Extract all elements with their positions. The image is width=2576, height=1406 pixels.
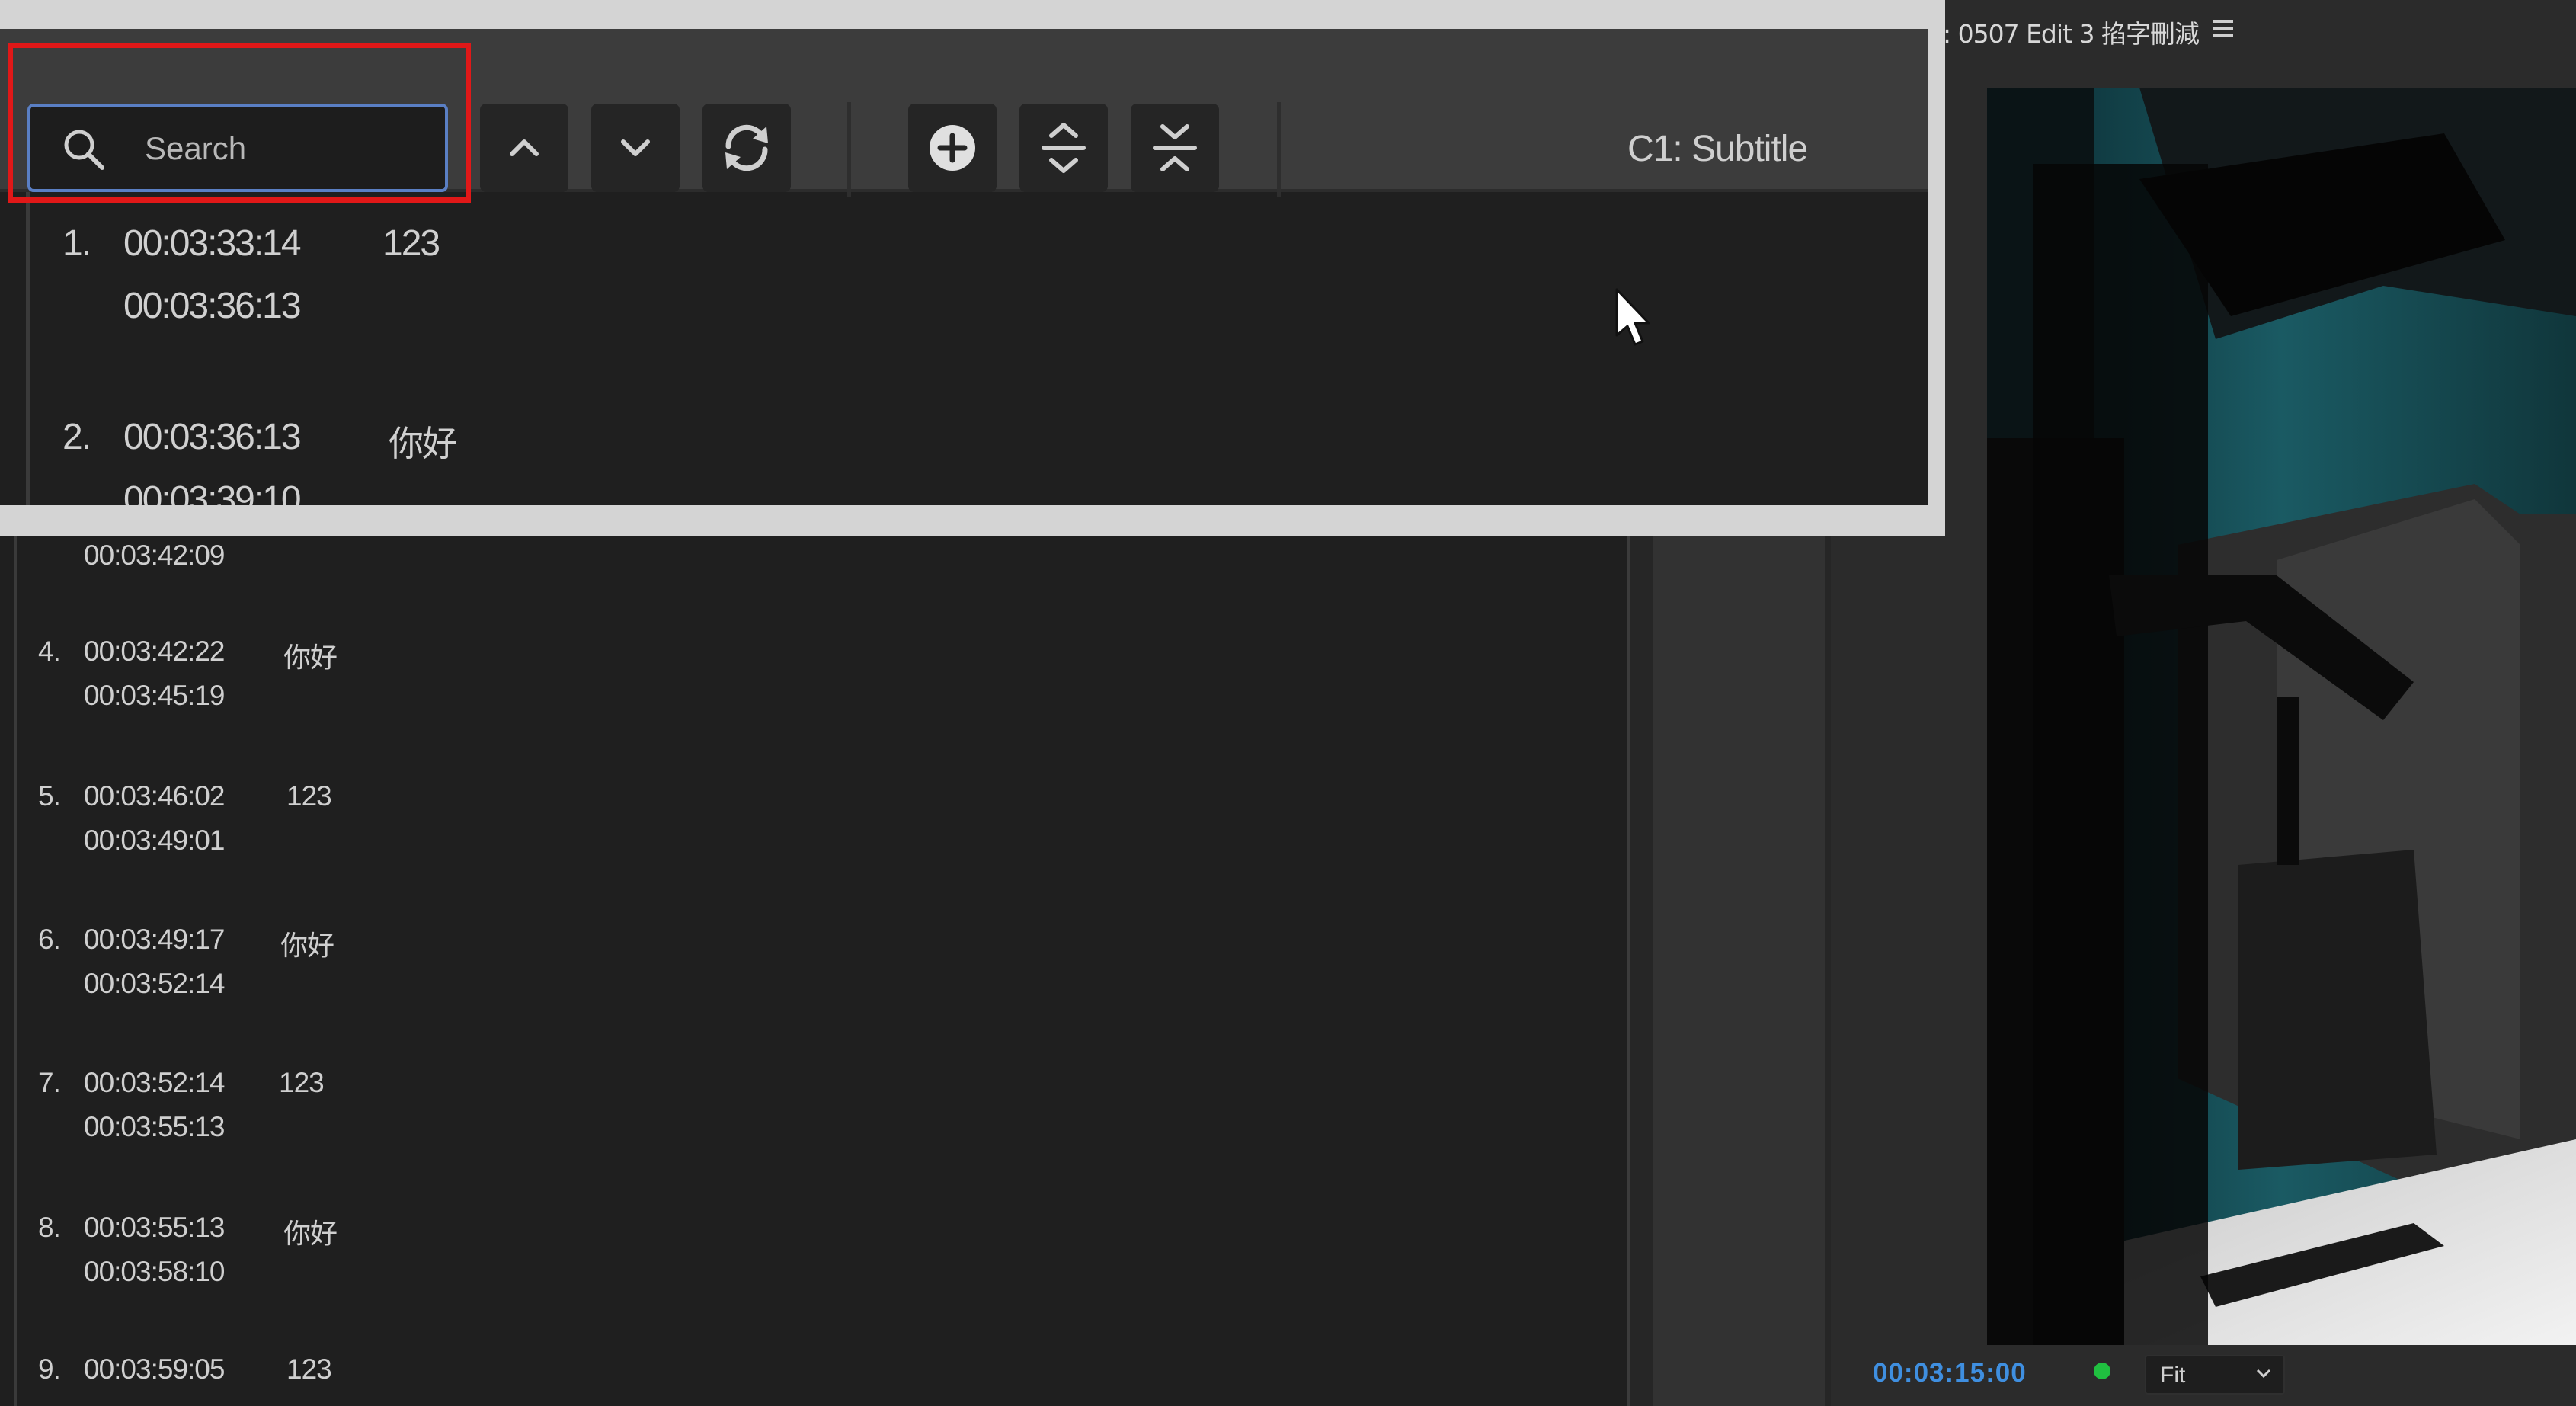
caption-number: 8. [38,1212,61,1243]
panel-border [26,192,30,505]
hamburger-menu-icon[interactable] [2213,20,2233,37]
chevron-down-icon [621,139,650,156]
refresh-icon [725,124,768,171]
previous-result-button[interactable] [480,104,568,192]
monitor-title[interactable]: : 0507 Edit 3 掐字刪減 [1943,14,2200,50]
caption-number: 7. [38,1067,61,1098]
caption-text[interactable]: 你好 [283,636,338,675]
caption-text[interactable]: 你好 [389,416,457,466]
caption-number: 4. [38,636,61,667]
chevron-up-icon [510,139,539,156]
caption-text[interactable]: 123 [286,780,332,812]
panel-border [14,526,17,1406]
caption-end-time: 00:03:36:13 [123,286,302,326]
add-caption-button[interactable] [908,104,997,192]
expand-vertical-icon [1042,123,1086,173]
caption-number: 9. [38,1353,61,1385]
caption-end-time: 00:03:55:13 [84,1111,225,1142]
caption-text[interactable]: 123 [279,1067,325,1099]
caption-start-time: 00:03:33:14 [123,223,302,264]
caption-number: 5. [38,780,61,812]
expand-all-button[interactable] [1019,104,1108,192]
panel-gutter [1653,526,1829,1406]
video-preview [1987,88,2576,1345]
caption-track-label[interactable]: C1: Subtitle [1627,128,1808,170]
mouse-cursor-icon [1615,288,1650,346]
refresh-button[interactable] [702,104,791,192]
caption-text[interactable]: 你好 [283,1212,338,1251]
collapse-all-button[interactable] [1131,104,1219,192]
caption-end-time: 00:03:42:09 [84,540,225,571]
caption-end-time: 00:03:52:14 [84,968,225,999]
caption-number: 6. [38,924,61,955]
caption-end-time: 00:03:45:19 [84,680,225,711]
zoom-fit-value: Fit [2160,1363,2186,1388]
caption-text[interactable]: 123 [286,1353,332,1385]
caption-start-time: 00:03:42:22 [84,636,225,667]
collapse-vertical-icon [1153,124,1197,171]
status-indicator [2094,1363,2110,1379]
playhead-timecode[interactable]: 00:03:15:00 [1873,1358,2027,1388]
add-circle-icon [930,125,975,171]
search-highlight-box [8,43,471,203]
caption-text[interactable]: 你好 [280,924,334,963]
next-result-button[interactable] [591,104,680,192]
caption-number: 1. [62,223,91,264]
caption-start-time: 00:03:46:02 [84,780,225,812]
zoom-inset: C1: Subtitle 1. 00:03:33:14 00:03:36:13 … [0,0,1945,536]
caption-start-time: 00:03:36:13 [123,417,302,457]
caption-end-time: 00:03:58:10 [84,1256,225,1287]
caption-start-time: 00:03:52:14 [84,1067,225,1098]
chevron-down-icon [2256,1369,2271,1379]
caption-start-time: 00:03:49:17 [84,924,225,955]
zoom-fit-dropdown[interactable]: Fit [2145,1355,2285,1395]
caption-start-time: 00:03:59:05 [84,1353,225,1385]
caption-number: 2. [62,417,91,457]
caption-end-time: 00:03:39:10 [123,479,302,505]
toolbar-separator [847,102,851,197]
caption-start-time: 00:03:55:13 [84,1212,225,1243]
caption-text[interactable]: 123 [382,223,440,264]
scrollbar-track[interactable] [1627,526,1656,1406]
caption-end-time: 00:03:49:01 [84,825,225,856]
toolbar-separator [1277,102,1281,197]
